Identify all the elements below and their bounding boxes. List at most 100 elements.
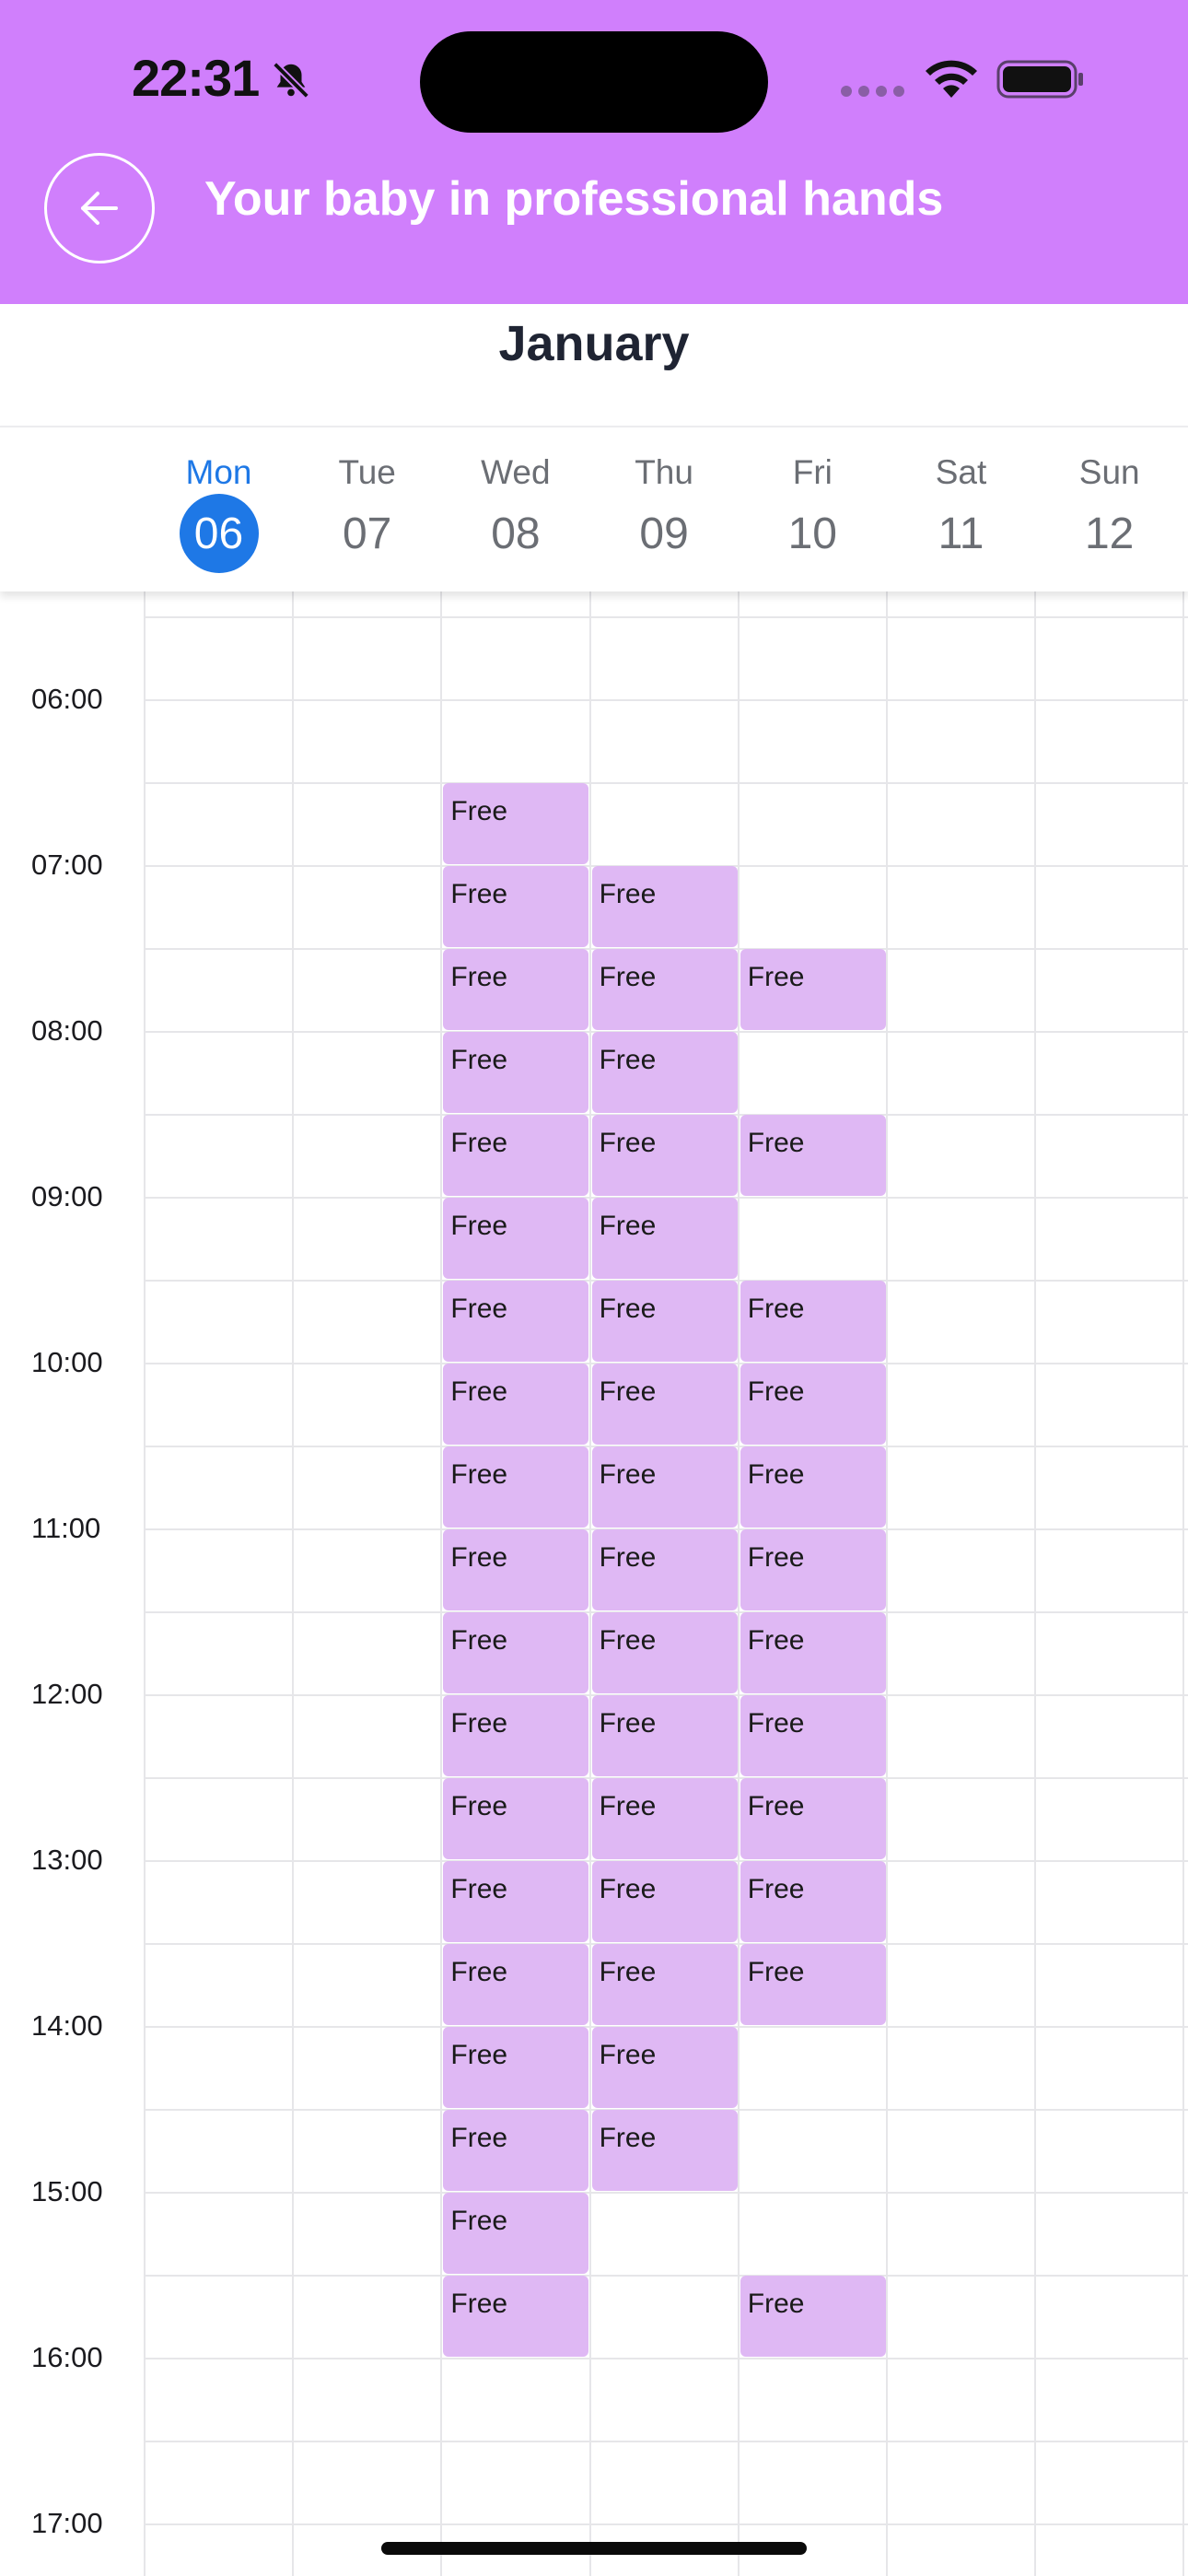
- free-slot-wed[interactable]: Free: [443, 2027, 589, 2108]
- grid-row-line: [145, 2192, 1188, 2194]
- free-slot-thu[interactable]: Free: [591, 1281, 738, 1362]
- free-slot-wed[interactable]: Free: [443, 2110, 589, 2191]
- free-slot-wed[interactable]: Free: [443, 1446, 589, 1528]
- day-sun[interactable]: Sun 12: [1035, 427, 1183, 591]
- grid-row-line: [145, 2275, 1188, 2277]
- slot-label: Free: [450, 1791, 508, 1821]
- free-slot-fri[interactable]: Free: [740, 1944, 886, 2025]
- free-slot-fri[interactable]: Free: [740, 2276, 886, 2357]
- day-fri[interactable]: Fri 10: [739, 427, 887, 591]
- free-slot-fri[interactable]: Free: [740, 1612, 886, 1693]
- time-label: 16:00: [31, 2341, 103, 2373]
- day-wed[interactable]: Wed 08: [441, 427, 589, 591]
- free-slot-wed[interactable]: Free: [443, 1281, 589, 1362]
- day-sat[interactable]: Sat 11: [887, 427, 1035, 591]
- free-slot-thu[interactable]: Free: [591, 1778, 738, 1859]
- free-slot-fri[interactable]: Free: [740, 1281, 886, 1362]
- free-slot-thu[interactable]: Free: [591, 1529, 738, 1610]
- arrow-left-icon: [81, 192, 118, 225]
- schedule-grid: 06:00 07:00 08:00 09:00 10:00 11:00 12:00 13:00…: [0, 591, 1188, 2576]
- free-slot-fri[interactable]: Free: [740, 1446, 886, 1528]
- home-indicator[interactable]: [381, 2542, 807, 2555]
- slot-label: Free: [599, 2040, 657, 2070]
- free-slot-fri[interactable]: Free: [740, 1861, 886, 1942]
- free-slot-fri[interactable]: Free: [740, 1364, 886, 1445]
- grid-column-line: [1182, 591, 1185, 2576]
- wifi-icon: [926, 60, 977, 98]
- free-slot-thu[interactable]: Free: [591, 1364, 738, 1445]
- day-name: Fri: [792, 453, 833, 491]
- app-header: 22:31 Your baby in professional hands: [0, 0, 1188, 304]
- free-slot-thu[interactable]: Free: [591, 1446, 738, 1528]
- free-slot-thu[interactable]: Free: [591, 1115, 738, 1196]
- free-slot-fri[interactable]: Free: [740, 1115, 886, 1196]
- slot-label: Free: [450, 962, 508, 992]
- grid-row-line: [145, 616, 1188, 618]
- free-slot-wed[interactable]: Free: [443, 1695, 589, 1776]
- free-slot-thu[interactable]: Free: [591, 866, 738, 947]
- day-number: 10: [787, 509, 837, 558]
- free-slot-wed[interactable]: Free: [443, 866, 589, 947]
- time-label: 08:00: [31, 1014, 103, 1047]
- grid-column-line: [737, 591, 740, 2576]
- slot-label: Free: [450, 1294, 508, 1324]
- free-slot-wed[interactable]: Free: [443, 1861, 589, 1942]
- slot-label: Free: [747, 1874, 805, 1904]
- slot-label: Free: [450, 2289, 508, 2319]
- day-name: Mon: [185, 453, 252, 491]
- slot-label: Free: [450, 1045, 508, 1075]
- free-slot-wed[interactable]: Free: [443, 1778, 589, 1859]
- slot-label: Free: [599, 1791, 657, 1821]
- slot-label: Free: [599, 1294, 657, 1324]
- free-slot-thu[interactable]: Free: [591, 1861, 738, 1942]
- time-label: 10:00: [31, 1346, 103, 1378]
- free-slot-wed[interactable]: Free: [443, 1944, 589, 2025]
- app-screen: 22:31 Your baby in professional hands Ja…: [0, 0, 1188, 2576]
- free-slot-wed[interactable]: Free: [443, 2193, 589, 2274]
- slot-label: Free: [747, 1542, 805, 1573]
- slot-label: Free: [450, 2123, 508, 2153]
- free-slot-thu[interactable]: Free: [591, 1032, 738, 1113]
- free-slot-wed[interactable]: Free: [443, 2276, 589, 2357]
- back-button[interactable]: [44, 153, 155, 263]
- day-number: 12: [1084, 509, 1135, 558]
- free-slot-fri[interactable]: Free: [740, 949, 886, 1030]
- signal-icon: [841, 86, 904, 97]
- day-tue[interactable]: Tue 07: [293, 427, 441, 591]
- day-number-circle: 09: [624, 494, 704, 573]
- free-slot-thu[interactable]: Free: [591, 2110, 738, 2191]
- free-slot-thu[interactable]: Free: [591, 1695, 738, 1776]
- free-slot-thu[interactable]: Free: [591, 2027, 738, 2108]
- free-slot-wed[interactable]: Free: [443, 949, 589, 1030]
- free-slot-wed[interactable]: Free: [443, 1198, 589, 1279]
- day-thu[interactable]: Thu 09: [590, 427, 739, 591]
- free-slot-thu[interactable]: Free: [591, 1944, 738, 2025]
- free-slot-fri[interactable]: Free: [740, 1695, 886, 1776]
- free-slot-wed[interactable]: Free: [443, 1529, 589, 1610]
- slot-label: Free: [747, 1625, 805, 1656]
- slot-label: Free: [747, 962, 805, 992]
- slot-label: Free: [747, 1128, 805, 1158]
- free-slot-thu[interactable]: Free: [591, 1198, 738, 1279]
- free-slot-wed[interactable]: Free: [443, 1115, 589, 1196]
- grid-row-line: [145, 782, 1188, 784]
- slot-label: Free: [450, 1625, 508, 1656]
- slot-label: Free: [599, 1459, 657, 1490]
- time-label: 13:00: [31, 1844, 103, 1876]
- grid-column-line: [144, 591, 146, 2576]
- free-slot-fri[interactable]: Free: [740, 1529, 886, 1610]
- free-slot-thu[interactable]: Free: [591, 949, 738, 1030]
- free-slot-wed[interactable]: Free: [443, 1364, 589, 1445]
- free-slot-wed[interactable]: Free: [443, 783, 589, 864]
- day-mon[interactable]: Mon 06: [145, 427, 293, 591]
- slot-label: Free: [747, 1376, 805, 1407]
- slot-label: Free: [599, 1874, 657, 1904]
- slot-label: Free: [599, 1542, 657, 1573]
- free-slot-thu[interactable]: Free: [591, 1612, 738, 1693]
- free-slot-wed[interactable]: Free: [443, 1032, 589, 1113]
- day-number: 11: [938, 509, 984, 558]
- slot-label: Free: [450, 796, 508, 826]
- free-slot-fri[interactable]: Free: [740, 1778, 886, 1859]
- free-slot-wed[interactable]: Free: [443, 1612, 589, 1693]
- grid-column-line: [292, 591, 295, 2576]
